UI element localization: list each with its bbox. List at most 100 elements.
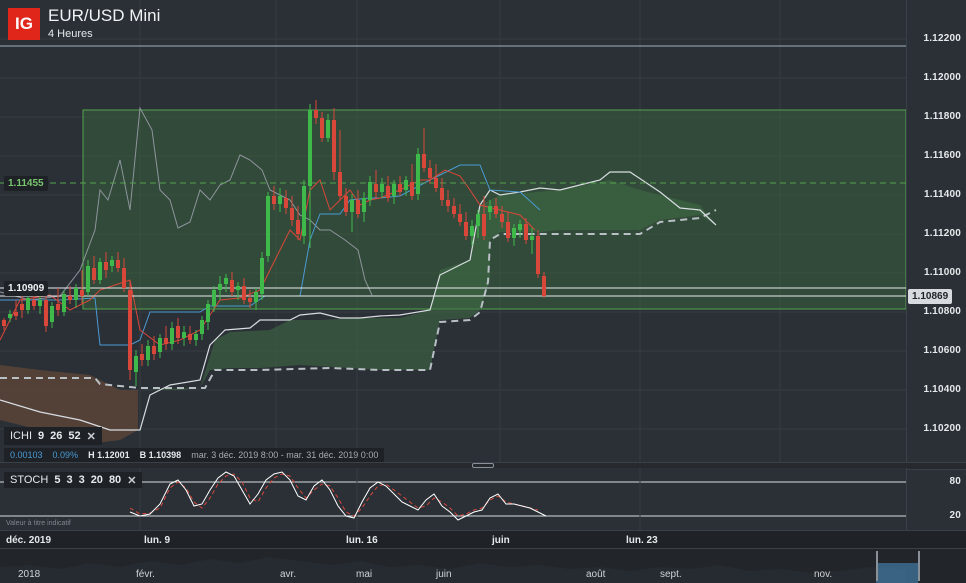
candle-body[interactable] [98, 262, 102, 280]
candle-body[interactable] [128, 290, 132, 370]
candle-body[interactable] [140, 354, 144, 360]
instrument-title[interactable]: EUR/USD Mini [48, 6, 160, 26]
candle-body[interactable] [116, 260, 120, 268]
candle-body[interactable] [188, 334, 192, 340]
candle-body[interactable] [332, 120, 336, 172]
candle-body[interactable] [86, 266, 90, 292]
candle-body[interactable] [326, 120, 330, 138]
candle-body[interactable] [482, 214, 486, 236]
candle-body[interactable] [290, 208, 294, 220]
candle-body[interactable] [236, 286, 240, 290]
candle-body[interactable] [248, 298, 252, 302]
close-icon[interactable]: ✕ [87, 430, 96, 443]
ichimoku-indicator-label[interactable]: ICHI 9 26 52 ✕ [4, 427, 102, 445]
candle-body[interactable] [50, 306, 54, 322]
stochastic-indicator-label[interactable]: STOCH 5 3 3 20 80 ✕ [4, 472, 143, 488]
timeframe-label[interactable]: 4 Heures [48, 28, 93, 40]
candle-body[interactable] [368, 182, 372, 200]
candle-body[interactable] [308, 110, 312, 186]
candle-body[interactable] [122, 268, 126, 288]
candle-body[interactable] [344, 196, 348, 212]
candle-body[interactable] [92, 268, 96, 280]
candle-body[interactable] [446, 200, 450, 206]
candle-body[interactable] [134, 356, 138, 372]
candle-body[interactable] [26, 298, 30, 310]
candle-body[interactable] [254, 292, 258, 302]
price-chart-canvas[interactable] [0, 0, 907, 462]
candle-body[interactable] [374, 184, 378, 192]
candle-body[interactable] [176, 326, 180, 338]
candle-body[interactable] [476, 214, 480, 226]
candle-body[interactable] [320, 118, 324, 138]
candle-body[interactable] [506, 222, 510, 238]
candle-body[interactable] [542, 276, 546, 296]
level-line-tag[interactable]: 1.11455 [4, 176, 48, 191]
candle-body[interactable] [242, 286, 246, 300]
candle-body[interactable] [386, 186, 390, 198]
candle-body[interactable] [500, 214, 504, 222]
candle-body[interactable] [350, 200, 354, 212]
timeline-navigator[interactable]: 2018 févr. avr. mai juin août sept. nov. [0, 548, 966, 583]
candle-body[interactable] [494, 206, 498, 214]
candle-body[interactable] [152, 346, 156, 354]
candle-body[interactable] [464, 222, 468, 236]
candle-body[interactable] [56, 304, 60, 310]
candle-body[interactable] [170, 328, 174, 344]
candle-body[interactable] [278, 196, 282, 204]
candle-body[interactable] [230, 280, 234, 292]
candle-body[interactable] [194, 334, 198, 340]
candle-body[interactable] [212, 290, 216, 306]
candle-body[interactable] [296, 220, 300, 234]
candle-body[interactable] [110, 260, 114, 266]
close-icon[interactable]: ✕ [127, 474, 136, 487]
candle-body[interactable] [416, 154, 420, 194]
candle-body[interactable] [488, 206, 492, 212]
candle-body[interactable] [458, 214, 462, 222]
candle-body[interactable] [104, 262, 108, 270]
candle-body[interactable] [158, 338, 162, 352]
price-axis[interactable]: 1.12200 1.12000 1.11800 1.11600 1.11400 … [906, 0, 966, 462]
candle-body[interactable] [260, 258, 264, 294]
candle-body[interactable] [530, 236, 534, 240]
candle-body[interactable] [524, 224, 528, 240]
candle-body[interactable] [38, 300, 42, 306]
candle-body[interactable] [266, 196, 270, 256]
candle-body[interactable] [218, 284, 222, 290]
candle-body[interactable] [182, 332, 186, 338]
candle-body[interactable] [2, 320, 6, 326]
candle-body[interactable] [8, 314, 12, 318]
candle-body[interactable] [32, 300, 36, 306]
candle-body[interactable] [470, 226, 474, 236]
candle-body[interactable] [392, 184, 396, 196]
date-axis[interactable]: déc. 2019 lun. 9 lun. 16 juin lun. 23 [0, 530, 966, 549]
candle-body[interactable] [80, 290, 84, 296]
candle-body[interactable] [380, 184, 384, 192]
candle-body[interactable] [68, 296, 72, 300]
candle-body[interactable] [14, 312, 18, 316]
candle-body[interactable] [62, 294, 66, 312]
candle-body[interactable] [314, 110, 318, 118]
candle-body[interactable] [356, 200, 360, 214]
candle-body[interactable] [434, 178, 438, 188]
candle-body[interactable] [362, 198, 366, 212]
price-chart[interactable]: IG EUR/USD Mini 4 Heures 1.11455 1.10909… [0, 0, 907, 462]
candle-body[interactable] [164, 338, 168, 344]
candle-body[interactable] [74, 288, 78, 300]
candle-body[interactable] [272, 196, 276, 204]
candle-body[interactable] [404, 180, 408, 190]
candle-body[interactable] [440, 188, 444, 200]
candle-body[interactable] [146, 346, 150, 360]
candle-body[interactable] [224, 278, 228, 284]
candle-body[interactable] [518, 224, 522, 230]
candle-body[interactable] [452, 206, 456, 214]
candle-body[interactable] [428, 168, 432, 178]
candle-body[interactable] [410, 182, 414, 196]
candle-body[interactable] [284, 198, 288, 208]
candle-body[interactable] [338, 172, 342, 196]
candle-body[interactable] [422, 154, 426, 168]
candle-body[interactable] [398, 184, 402, 192]
stochastic-axis[interactable]: 80 20 [906, 468, 966, 530]
candle-body[interactable] [206, 304, 210, 322]
candle-body[interactable] [20, 304, 24, 310]
candle-body[interactable] [200, 320, 204, 334]
